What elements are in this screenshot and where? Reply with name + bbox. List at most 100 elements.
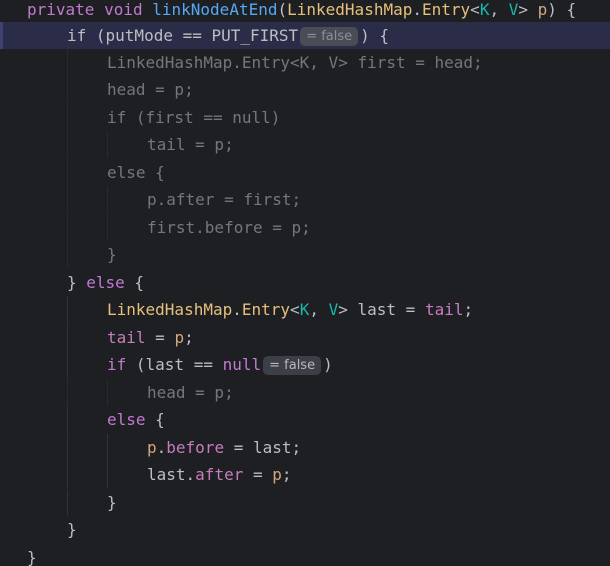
code-text: p.before = last; — [147, 434, 301, 461]
code-token: if (first == null) — [107, 108, 281, 127]
code-token: ( — [277, 0, 288, 19]
code-line[interactable]: head = p; — [0, 379, 610, 406]
code-token: linkNodeAtEnd — [152, 0, 278, 19]
code-token: ) { — [547, 0, 577, 19]
code-line[interactable]: tail = p; — [0, 131, 610, 158]
code-line[interactable]: head = p; — [0, 76, 610, 103]
code-token: < — [290, 300, 300, 319]
code-line-current[interactable]: if (putMode == PUT_FIRST = false) { — [0, 22, 610, 49]
code-line[interactable]: private void linkNodeAtEnd(LinkedHashMap… — [0, 0, 610, 23]
code-token: > last = — [338, 300, 425, 319]
code-token: p.after = first; — [147, 190, 302, 209]
code-token: Entry — [241, 300, 291, 319]
code-token: p — [174, 328, 185, 347]
code-token: < — [470, 0, 480, 19]
code-token: first.before = p; — [147, 218, 311, 237]
code-text: else { — [107, 406, 165, 433]
code-token: . — [232, 300, 242, 319]
code-text: head = p; — [107, 76, 194, 103]
code-token: p — [272, 465, 282, 484]
code-token: > — [518, 0, 538, 19]
code-line[interactable]: else { — [0, 406, 610, 433]
code-line[interactable]: tail = p; — [0, 324, 610, 351]
code-token: tail = p; — [147, 135, 234, 154]
code-token: Entry — [422, 0, 471, 19]
code-line[interactable]: LinkedHashMap.Entry<K, V> last = tail; — [0, 296, 610, 323]
code-token: (putMode == PUT_FIRST — [86, 26, 299, 45]
code-line[interactable]: if (first == null) — [0, 104, 610, 131]
code-token: null — [222, 355, 262, 374]
code-token: = — [243, 465, 273, 484]
code-token: = last; — [224, 438, 302, 457]
code-token: last — [147, 465, 186, 484]
code-token: } — [107, 493, 117, 512]
code-text: } else { — [67, 269, 144, 296]
code-token: before — [166, 438, 225, 457]
code-token: void — [104, 0, 143, 19]
code-token: p — [147, 438, 157, 457]
code-token: K — [479, 0, 490, 19]
code-text: if (putMode == PUT_FIRST = false) { — [67, 22, 389, 49]
code-token: LinkedHashMap — [107, 300, 233, 319]
code-line[interactable]: first.before = p; — [0, 214, 610, 241]
code-line[interactable]: else { — [0, 159, 610, 186]
code-line[interactable]: last.after = p; — [0, 461, 610, 488]
code-token: { — [124, 273, 145, 292]
code-token: . — [156, 438, 167, 457]
code-token: , — [489, 0, 509, 19]
code-text: LinkedHashMap.Entry<K, V> last = tail; — [107, 296, 473, 323]
code-line[interactable]: } — [0, 516, 610, 543]
code-line[interactable]: } — [0, 241, 610, 268]
code-token: = — [145, 328, 175, 347]
code-token: } — [107, 245, 117, 264]
code-token: else — [86, 273, 125, 292]
code-line[interactable]: LinkedHashMap.Entry<K, V> first = head; — [0, 49, 610, 76]
code-token: ; — [463, 300, 474, 319]
code-token: ; — [281, 465, 292, 484]
code-text: p.after = first; — [147, 186, 301, 213]
code-token: after — [195, 465, 244, 484]
code-token: tail — [424, 300, 464, 319]
code-token: tail — [107, 328, 146, 347]
code-text: tail = p; — [147, 131, 234, 158]
code-text: first.before = p; — [147, 214, 311, 241]
code-text: } — [107, 241, 117, 268]
code-token: ; — [184, 328, 194, 347]
code-token: LinkedHashMap — [287, 0, 413, 19]
inlay-value-hint: = false — [300, 27, 359, 46]
code-line[interactable]: p.before = last; — [0, 434, 610, 461]
code-token: } — [67, 273, 87, 292]
code-line[interactable]: } else { — [0, 269, 610, 296]
code-text: last.after = p; — [147, 461, 292, 488]
code-line[interactable]: } — [0, 544, 610, 566]
code-token: } — [67, 520, 77, 539]
code-line[interactable]: p.after = first; — [0, 186, 610, 213]
code-text: if (first == null) — [107, 104, 280, 131]
code-token: if — [67, 26, 87, 45]
code-line[interactable]: if (last == null = false) — [0, 351, 610, 378]
code-text: head = p; — [147, 379, 234, 406]
code-token: } — [27, 548, 37, 566]
code-token: V — [328, 300, 339, 319]
code-text: else { — [107, 159, 165, 186]
code-token: head = p; — [147, 383, 234, 402]
inlay-value-hint: = false — [263, 356, 322, 375]
code-token: . — [412, 0, 422, 19]
code-text: private void linkNodeAtEnd(LinkedHashMap… — [27, 0, 576, 23]
code-token: ) { — [360, 26, 390, 45]
code-token: if — [107, 355, 127, 374]
code-text: LinkedHashMap.Entry<K, V> first = head; — [107, 49, 483, 76]
code-text: } — [67, 516, 77, 543]
code-token: head = p; — [107, 80, 194, 99]
code-text: } — [27, 544, 37, 566]
code-token: V — [508, 0, 519, 19]
code-line[interactable]: } — [0, 489, 610, 516]
code-token: (last == — [126, 355, 223, 374]
code-token: LinkedHashMap.Entry<K, V> first = head; — [107, 53, 483, 72]
code-token: . — [185, 465, 196, 484]
code-text: } — [107, 489, 117, 516]
code-token: { — [145, 410, 165, 429]
code-editor[interactable]: private void linkNodeAtEnd(LinkedHashMap… — [0, 0, 610, 566]
